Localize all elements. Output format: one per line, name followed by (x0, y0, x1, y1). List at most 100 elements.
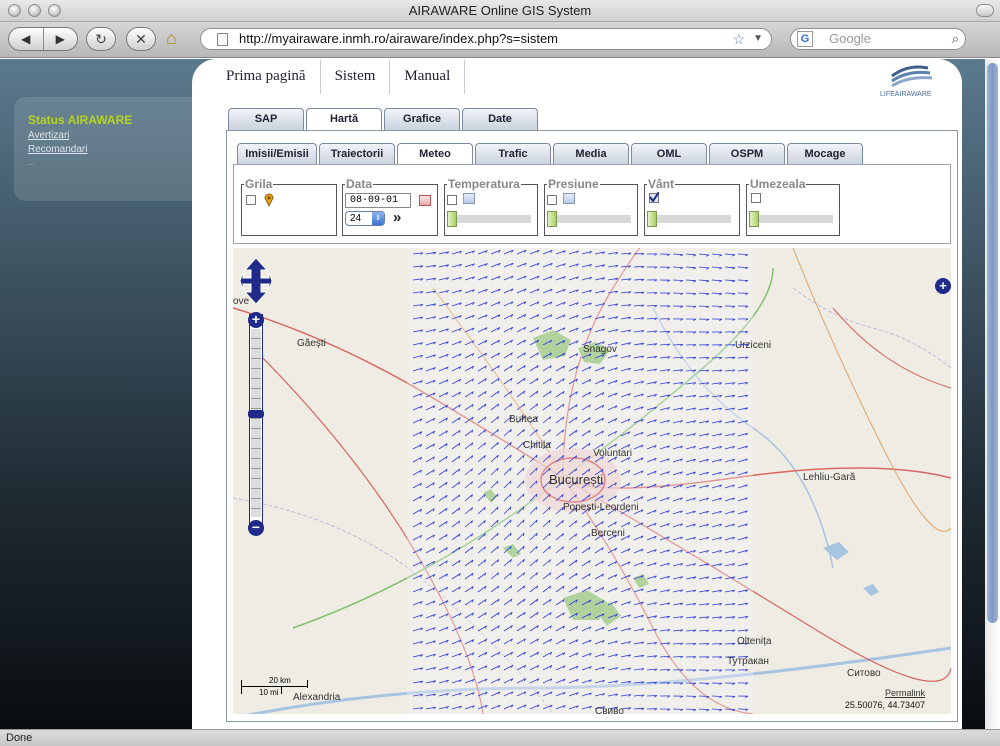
tab-grafice[interactable]: Grafice (384, 108, 460, 130)
place-label-bucuresti: București (549, 472, 603, 487)
map-pin-icon[interactable] (264, 193, 274, 207)
scrollbar-thumb[interactable] (987, 63, 998, 623)
window-title: AIRAWARE Online GIS System (408, 3, 592, 18)
bookmark-star-icon[interactable]: ☆ (732, 29, 745, 49)
page-icon (217, 33, 228, 46)
pan-control-icon[interactable] (239, 256, 273, 306)
place-label-lehliu-gara: Lehliu-Gară (803, 472, 856, 483)
place-label-oltenita: Oltenița (737, 636, 772, 647)
logo-text: LIFEAIRAWARE (880, 91, 932, 98)
search-icon[interactable]: ⌕ (952, 29, 959, 49)
place-label-voluntari: Voluntari (593, 448, 632, 459)
temperatura-legend: Temperatura (447, 177, 521, 191)
tab-meteo[interactable]: Meteo (397, 143, 473, 166)
temperatura-slider-handle[interactable] (447, 211, 457, 227)
vant-slider[interactable] (651, 215, 731, 223)
next-hour-button[interactable]: » (393, 209, 401, 226)
presiune-checkbox[interactable] (547, 195, 557, 205)
search-placeholder: Google (829, 31, 871, 46)
vant-legend: Vânt (647, 177, 676, 191)
map-canvas[interactable]: Găești Snagov Urziceni Buftea Chitila Vo… (233, 248, 951, 714)
address-text: http://myairaware.inmh.ro/airaware/index… (239, 31, 559, 46)
sidebar-title: Status AIRAWARE (28, 113, 133, 127)
toolbar-toggle-button[interactable] (976, 4, 994, 17)
temperatura-group: Temperatura (444, 177, 538, 236)
menu-item-prima-pagina[interactable]: Prima pagină (226, 60, 321, 94)
mouse-coordinates: 25.50076, 44.73407 (844, 700, 925, 710)
layer-switcher-button[interactable]: + (935, 278, 951, 294)
tab-trafic[interactable]: Trafic (475, 143, 551, 165)
temperatura-table-icon[interactable] (463, 193, 475, 204)
stepper-arrows-icon[interactable]: ⇕ (372, 212, 384, 225)
umezeala-group: Umezeala (746, 177, 840, 236)
temperatura-slider[interactable] (451, 215, 531, 223)
presiune-group: Presiune (544, 177, 638, 236)
vant-group: Vânt (644, 177, 740, 236)
grila-group: Grila (241, 177, 337, 236)
permalink-link[interactable]: Permalink (885, 688, 925, 698)
presiune-legend: Presiune (547, 177, 600, 191)
tab-sap[interactable]: SAP (228, 108, 304, 130)
temperatura-checkbox[interactable] (447, 195, 457, 205)
umezeala-legend: Umezeala (749, 177, 807, 191)
checkmark-icon (649, 192, 659, 202)
status-text: Done (6, 732, 33, 744)
date-input[interactable]: 08-09-01 (345, 193, 411, 208)
place-label-urziceni: Urziceni (735, 340, 771, 351)
address-bar[interactable]: http://myairaware.inmh.ro/airaware/index… (200, 28, 772, 50)
place-label-chitila: Chitila (523, 440, 551, 451)
place-label-svivo: Свиво (595, 706, 624, 714)
scale-km: 20 km (269, 676, 291, 685)
menu-item-sistem[interactable]: Sistem (335, 60, 391, 94)
zoom-track[interactable] (251, 329, 261, 517)
vant-checkbox[interactable] (649, 192, 659, 203)
umezeala-slider[interactable] (753, 215, 833, 223)
umezeala-slider-handle[interactable] (749, 211, 759, 227)
place-label-berceni: Berceni (591, 528, 625, 539)
zoom-out-button[interactable]: − (248, 520, 264, 536)
page-scrollbar[interactable] (985, 59, 1000, 729)
hour-stepper[interactable]: 24 ⇕ (345, 211, 385, 226)
airaware-logo: LIFEAIRAWARE (880, 65, 933, 98)
data-legend: Data (345, 177, 374, 191)
calendar-icon[interactable] (419, 195, 431, 206)
zoom-slider[interactable] (248, 314, 264, 532)
place-label-gaesti: Găești (297, 338, 326, 349)
main-tabs: SAP Hartă Grafice Date (228, 108, 540, 131)
tab-harta[interactable]: Hartă (306, 108, 382, 131)
menu-item-manual[interactable]: Manual (404, 60, 466, 94)
tab-media[interactable]: Media (553, 143, 629, 165)
scale-bar: 20 km 10 mi (241, 676, 308, 698)
home-icon[interactable]: ⌂ (166, 28, 177, 49)
presiune-slider[interactable] (551, 215, 631, 223)
tab-imisii-emisii[interactable]: Imisii/Emisii (237, 143, 317, 165)
map-view[interactable]: Găești Snagov Urziceni Buftea Chitila Vo… (233, 248, 951, 714)
browser-status-bar: Done (0, 729, 1000, 746)
tab-mocage[interactable]: Mocage (787, 143, 863, 165)
tab-date[interactable]: Date (462, 108, 538, 130)
tab-ospm[interactable]: OSPM (709, 143, 785, 165)
place-label-sitovo: Ситово (847, 668, 881, 679)
sidebar-link-recomandari[interactable]: Recomandari (28, 144, 210, 155)
stop-button[interactable]: ✕ (126, 27, 156, 51)
umezeala-checkbox[interactable] (751, 193, 761, 203)
grila-checkbox[interactable] (246, 195, 256, 205)
tab-oml[interactable]: OML (631, 143, 707, 165)
back-button[interactable]: ◀ (9, 28, 44, 50)
presiune-table-icon[interactable] (563, 193, 575, 204)
presiune-slider-handle[interactable] (547, 211, 557, 227)
zoom-slider-handle[interactable] (248, 409, 264, 418)
sidebar-link-avertizari[interactable]: Avertizari (28, 130, 210, 141)
google-icon[interactable]: G (797, 31, 813, 47)
tab-traiectorii[interactable]: Traiectorii (319, 143, 395, 165)
chevron-down-icon[interactable]: ▼ (753, 29, 763, 49)
zoom-in-button[interactable]: + (248, 312, 264, 328)
search-input[interactable]: G Google ⌕ (790, 28, 966, 50)
place-label-tutrakan: Тутракан (727, 656, 769, 667)
scale-mi: 10 mi (259, 688, 279, 697)
data-group: Data 08-09-01 24 ⇕ » (342, 177, 438, 236)
vant-slider-handle[interactable] (647, 211, 657, 227)
history-buttons: ◀ ▶ (8, 27, 78, 51)
forward-button[interactable]: ▶ (44, 28, 78, 50)
reload-button[interactable]: ↻ (86, 27, 116, 51)
